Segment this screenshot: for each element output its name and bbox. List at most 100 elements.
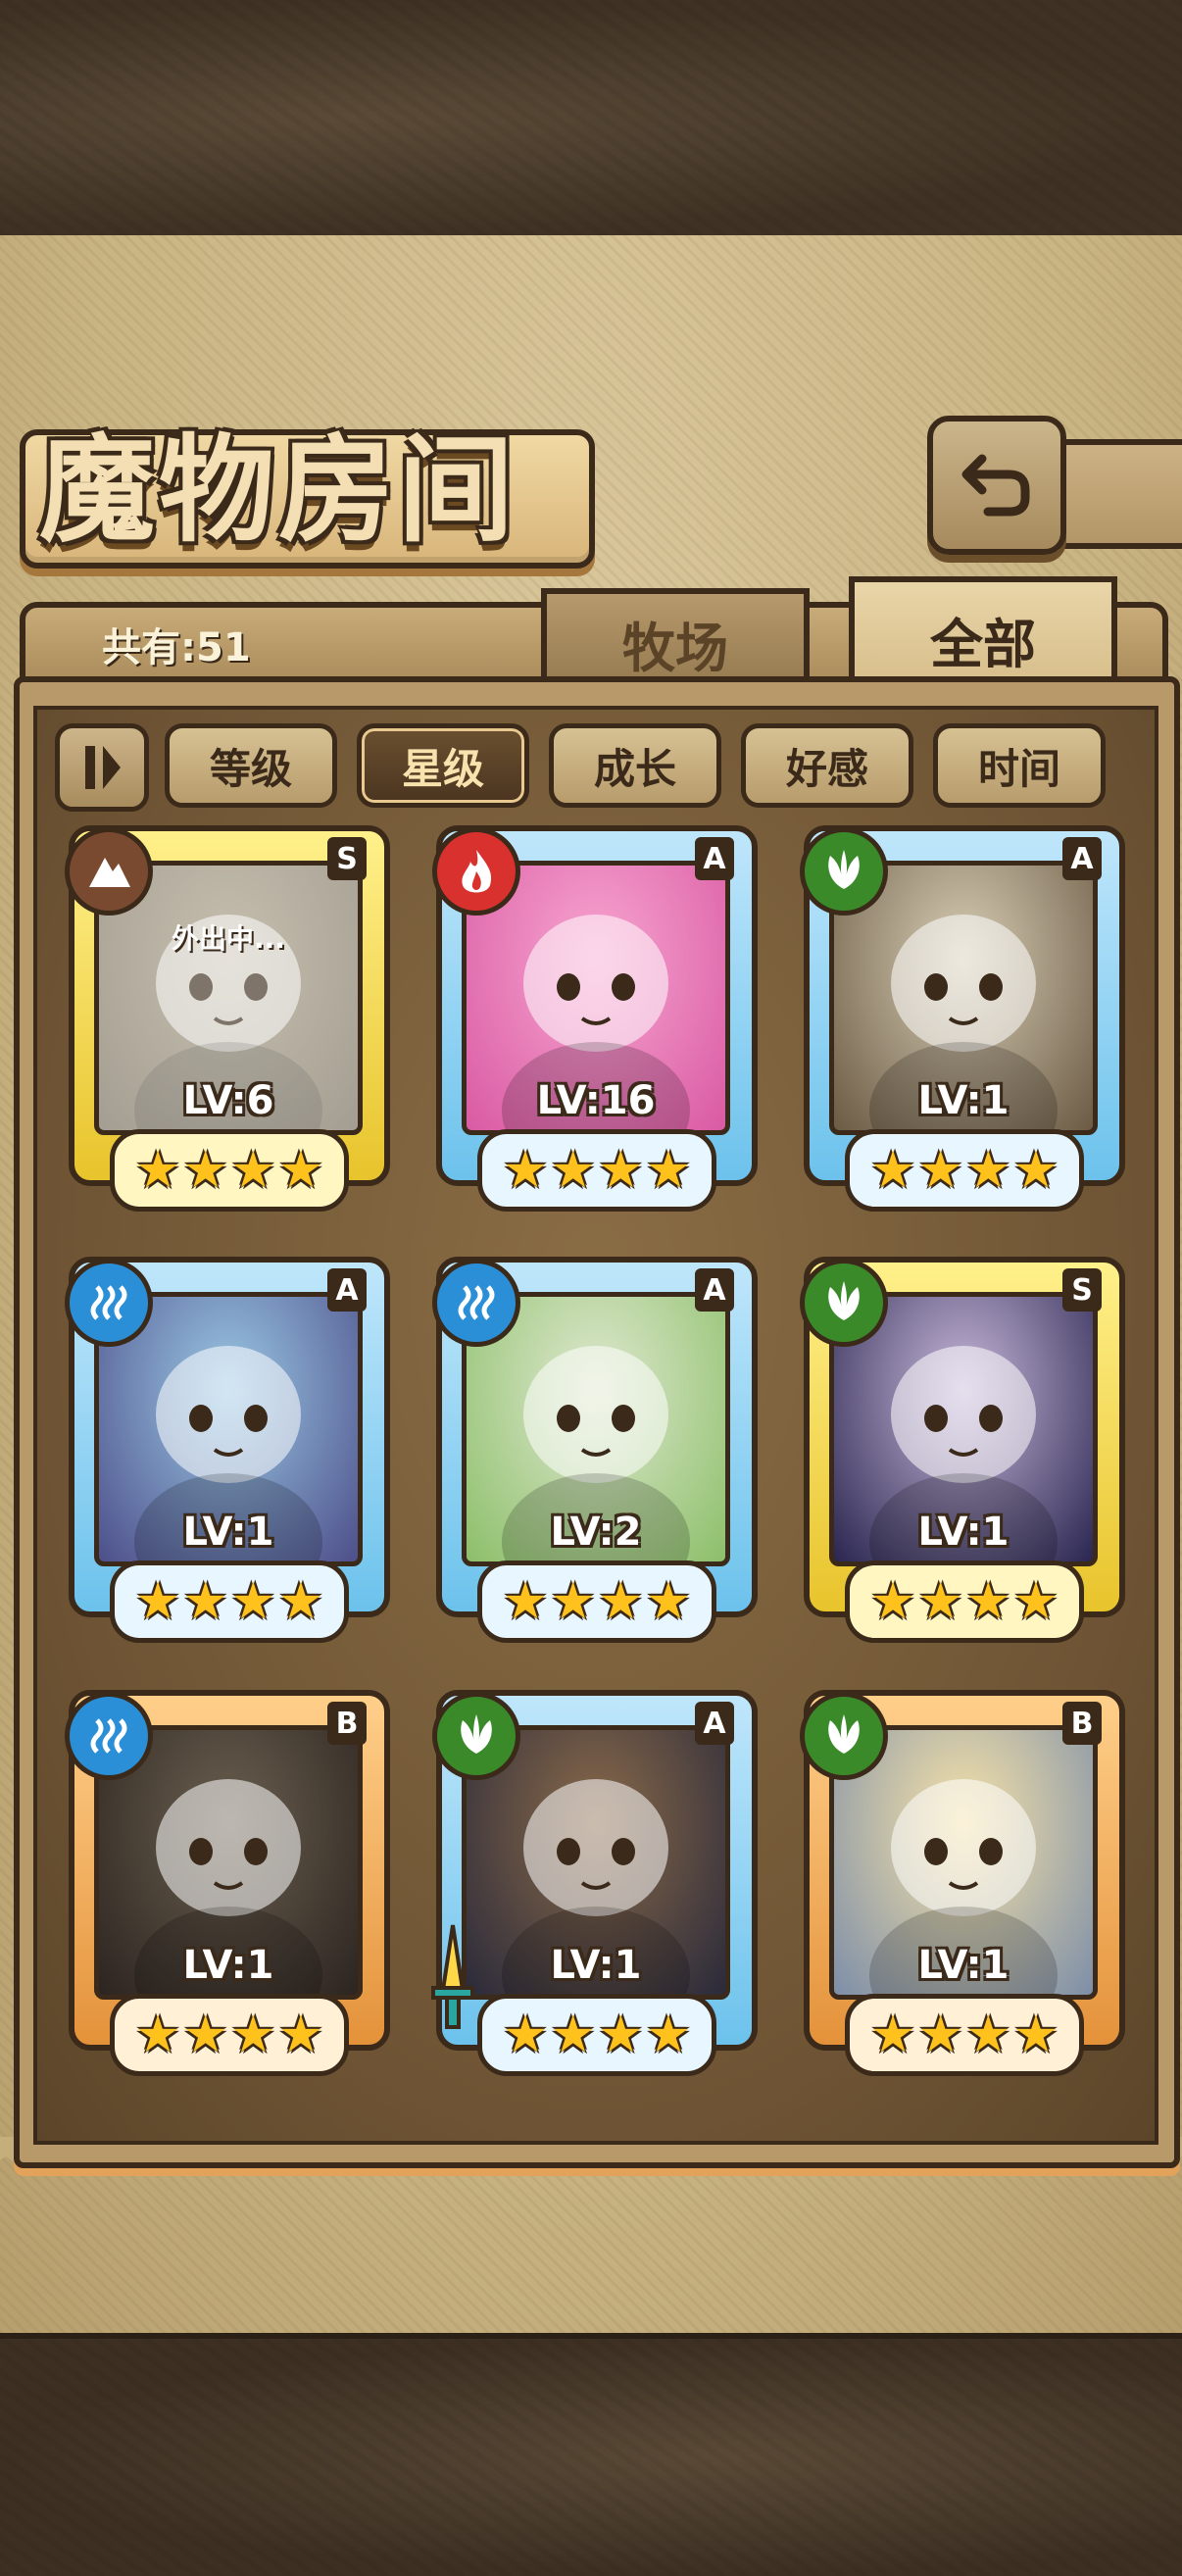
page-title: 魔物房间 <box>39 421 518 558</box>
star-icon: ★ <box>645 2006 692 2064</box>
star-icon: ★ <box>598 2006 644 2064</box>
sort-by-growth-button[interactable]: 成长 <box>549 723 721 808</box>
monster-card[interactable]: B LV:1 ★ ★ ★ ★ <box>51 1684 390 2076</box>
star-icon: ★ <box>869 1572 916 1631</box>
level-label: LV:1 <box>182 1510 274 1555</box>
sort-by-level-button[interactable]: 等级 <box>165 723 337 808</box>
leaf-icon <box>800 827 888 916</box>
sort-by-level-label: 等级 <box>209 744 292 793</box>
tab-ranch-label: 牧场 <box>622 616 728 679</box>
rank-badge: B <box>1062 1702 1102 1745</box>
star-rating: ★ ★ ★ ★ <box>477 1560 716 1643</box>
star-rating: ★ ★ ★ ★ <box>845 1129 1084 1212</box>
map-background-bottom <box>0 2333 1182 2576</box>
leaf-icon <box>800 1259 888 1347</box>
star-icon: ★ <box>182 1141 228 1200</box>
sort-by-time-button[interactable]: 时间 <box>933 723 1106 808</box>
level-label: LV:1 <box>917 1510 1010 1555</box>
rank-badge: A <box>1062 837 1102 880</box>
monster-card[interactable]: A LV:1 ★ ★ ★ ★ <box>786 819 1125 1212</box>
monster-card[interactable]: S LV:1 ★ ★ ★ ★ <box>786 1251 1125 1643</box>
star-icon: ★ <box>917 1141 963 1200</box>
star-icon: ★ <box>550 1572 596 1631</box>
level-label: LV:2 <box>550 1510 642 1555</box>
tab-all-label: 全部 <box>930 612 1036 675</box>
star-icon: ★ <box>134 2006 181 2064</box>
star-icon: ★ <box>134 1572 181 1631</box>
back-button[interactable] <box>927 416 1066 555</box>
star-icon: ★ <box>598 1141 644 1200</box>
earth-icon <box>65 827 153 916</box>
level-label: LV:16 <box>536 1078 656 1123</box>
water-icon <box>65 1259 153 1347</box>
sort-by-time-label: 时间 <box>977 744 1060 793</box>
star-rating: ★ ★ ★ ★ <box>110 1560 349 1643</box>
sort-by-affection-button[interactable]: 好感 <box>741 723 913 808</box>
level-label: LV:1 <box>917 1078 1010 1123</box>
star-icon: ★ <box>869 1141 916 1200</box>
star-rating: ★ ★ ★ ★ <box>845 1994 1084 2076</box>
star-rating: ★ ★ ★ ★ <box>477 1129 716 1212</box>
star-icon: ★ <box>502 1572 549 1631</box>
level-label: LV:1 <box>550 1943 642 1988</box>
star-icon: ★ <box>230 2006 276 2064</box>
monster-card[interactable]: A LV:2 ★ ★ ★ ★ <box>419 1251 758 1643</box>
star-icon: ★ <box>550 2006 596 2064</box>
monster-card[interactable]: A LV:1 ★ ★ ★ ★ <box>51 1251 390 1643</box>
star-icon: ★ <box>277 1141 324 1200</box>
away-status: 外出中... <box>172 922 285 955</box>
star-icon: ★ <box>965 1572 1011 1631</box>
star-icon: ★ <box>1012 1141 1059 1200</box>
monster-card[interactable]: A LV:16 ★ ★ ★ ★ <box>419 819 758 1212</box>
star-rating: ★ ★ ★ ★ <box>110 1129 349 1212</box>
star-icon: ★ <box>598 1572 644 1631</box>
back-arrow-icon <box>961 454 1030 517</box>
leaf-icon <box>800 1692 888 1780</box>
sort-by-stars-label: 星级 <box>401 744 484 793</box>
star-icon: ★ <box>230 1572 276 1631</box>
leaf-icon <box>432 1692 520 1780</box>
star-icon: ★ <box>277 2006 324 2064</box>
star-icon: ★ <box>917 1572 963 1631</box>
fire-icon <box>432 827 520 916</box>
star-icon: ★ <box>1012 2006 1059 2064</box>
monster-card[interactable]: 外出中... S LV:6 ★ ★ ★ ★ <box>51 819 390 1212</box>
rank-badge: B <box>327 1702 367 1745</box>
map-background-top <box>0 0 1182 241</box>
star-icon: ★ <box>134 1141 181 1200</box>
water-icon <box>65 1692 153 1780</box>
rank-badge: A <box>695 837 734 880</box>
star-icon: ★ <box>182 2006 228 2064</box>
rank-badge: A <box>695 1702 734 1745</box>
rank-badge: A <box>695 1268 734 1312</box>
monster-card[interactable]: B LV:1 ★ ★ ★ ★ <box>786 1684 1125 2076</box>
rank-badge: S <box>327 837 367 880</box>
sort-by-affection-label: 好感 <box>785 744 868 793</box>
star-rating: ★ ★ ★ ★ <box>110 1994 349 2076</box>
star-icon: ★ <box>230 1141 276 1200</box>
star-rating: ★ ★ ★ ★ <box>845 1560 1084 1643</box>
star-icon: ★ <box>277 1572 324 1631</box>
water-icon <box>432 1259 520 1347</box>
rank-badge: S <box>1062 1268 1102 1312</box>
rank-badge: A <box>327 1268 367 1312</box>
sort-order-icon <box>85 746 121 789</box>
star-icon: ★ <box>502 2006 549 2064</box>
star-rating: ★ ★ ★ ★ <box>477 1994 716 2076</box>
star-icon: ★ <box>869 2006 916 2064</box>
level-label: LV:6 <box>182 1078 274 1123</box>
star-icon: ★ <box>502 1141 549 1200</box>
sort-order-toggle[interactable] <box>55 723 149 812</box>
star-icon: ★ <box>645 1572 692 1631</box>
sort-by-growth-label: 成长 <box>593 744 676 793</box>
level-label: LV:1 <box>917 1943 1010 1988</box>
star-icon: ★ <box>917 2006 963 2064</box>
star-icon: ★ <box>645 1141 692 1200</box>
star-icon: ★ <box>1012 1572 1059 1631</box>
level-label: LV:1 <box>182 1943 274 1988</box>
star-icon: ★ <box>965 2006 1011 2064</box>
monster-count: 共有:51 <box>102 625 251 670</box>
back-bar <box>1049 439 1182 549</box>
sort-by-stars-button[interactable]: 星级 <box>357 723 529 808</box>
sword-icon <box>431 1924 474 2029</box>
